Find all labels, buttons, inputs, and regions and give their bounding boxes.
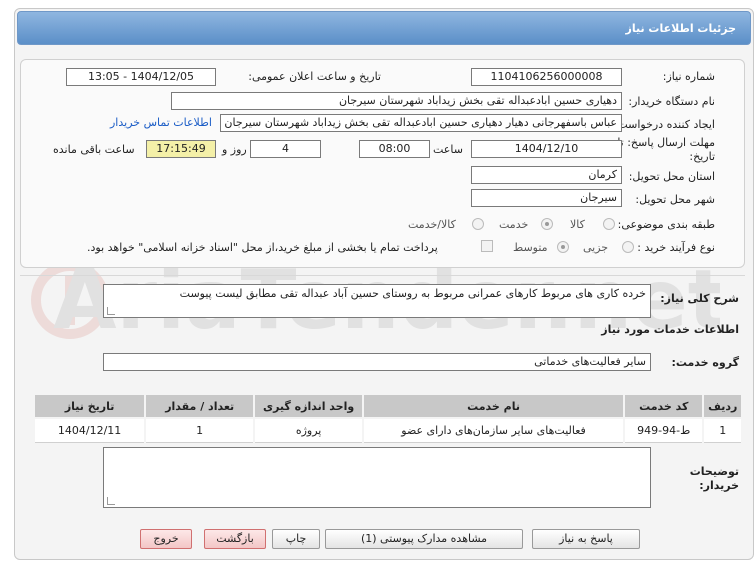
cell-name: فعالیت‌های سایر سازمان‌های دارای عضو	[362, 417, 626, 443]
buyer-contact-link[interactable]: اطلاعات تماس خریدار	[110, 116, 212, 129]
col-row-header: ردیف	[702, 393, 743, 419]
category-option-service-label: خدمت	[499, 218, 529, 231]
reply-button[interactable]: پاسخ به نیاز	[532, 529, 640, 549]
process-option-medium-label: متوسط	[513, 241, 548, 254]
service-group-field: سایر فعالیت‌های خدماتی	[103, 353, 651, 371]
days-label: روز و	[222, 143, 247, 156]
province-field: کرمان	[471, 166, 622, 184]
city-label: شهر محل تحویل:	[635, 193, 715, 206]
cell-unit: پروژه	[253, 417, 365, 443]
category-label: طبقه بندی موضوعی:	[617, 218, 715, 231]
need-number-field: 1104106256000008	[471, 68, 622, 86]
description-field: خرده کاری های مربوط کارهای عمرانی مربوط …	[103, 284, 651, 318]
table-header-row: ردیف کد خدمت نام خدمت واحد اندازه گیری ت…	[32, 393, 743, 419]
buyer-org-field: دهیاری حسین ابادعبداله تقی بخش زیداباد ش…	[171, 92, 622, 110]
announce-field: 1404/12/05 - 13:05	[66, 68, 216, 86]
attachments-button[interactable]: مشاهده مدارک پیوستی (1)	[325, 529, 523, 549]
table-row[interactable]: 1 ط-94-949 فعالیت‌های سایر سازمان‌های دا…	[32, 417, 743, 443]
category-option-goods-radio[interactable]	[603, 218, 615, 230]
category-option-both-radio[interactable]	[472, 218, 484, 230]
print-button[interactable]: چاپ	[272, 529, 320, 549]
back-button[interactable]: بازگشت	[204, 529, 266, 549]
deadline-time-field: 08:00	[359, 140, 430, 158]
cell-date: 1404/12/11	[32, 417, 147, 443]
need-number-label: شماره نیاز:	[662, 70, 715, 83]
treasury-payment-note: پرداخت تمام یا بخشی از مبلغ خرید،از محل …	[87, 241, 438, 254]
remaining-time-field: 17:15:49	[146, 140, 216, 158]
buyer-notes-label-1: توضیحات	[689, 465, 739, 478]
category-option-goods-label: کالا	[570, 218, 585, 231]
info-panel	[20, 59, 745, 268]
buyer-notes-label-2: خریدار:	[699, 479, 739, 492]
remaining-label: ساعت باقی مانده	[53, 143, 135, 156]
category-option-service-radio[interactable]	[541, 218, 553, 230]
col-name-header: نام خدمت	[362, 393, 626, 419]
description-label: شرح کلی نیاز:	[660, 292, 739, 305]
cell-code: ط-94-949	[623, 417, 705, 443]
cell-row: 1	[702, 417, 743, 443]
exit-button[interactable]: خروج	[140, 529, 192, 549]
province-label: استان محل تحویل:	[628, 170, 715, 183]
services-table: ردیف کد خدمت نام خدمت واحد اندازه گیری ت…	[32, 393, 743, 443]
process-option-minor-radio[interactable]	[622, 241, 634, 253]
process-option-medium-radio[interactable]	[557, 241, 569, 253]
service-group-label: گروه خدمت:	[671, 356, 739, 369]
requester-field: عباس باسفهرجانی دهیار دهیاری حسین ابادعب…	[220, 114, 622, 132]
treasury-payment-checkbox[interactable]	[481, 240, 493, 252]
page-title: جزئیات اطلاعات نیاز	[625, 22, 737, 35]
resize-grip-icon[interactable]	[107, 497, 115, 505]
deadline-date-field: 1404/12/10	[471, 140, 622, 158]
cell-qty: 1	[144, 417, 256, 443]
resize-grip-icon[interactable]	[107, 307, 115, 315]
title-bar: جزئیات اطلاعات نیاز	[17, 11, 751, 45]
divider	[20, 275, 745, 276]
deadline-label-1: مهلت ارسال پاسخ: تا	[617, 136, 715, 149]
process-option-minor-label: جزیی	[583, 241, 609, 254]
requester-label: ایجاد کننده درخواست:	[613, 118, 715, 131]
deadline-label-2: تاریخ:	[689, 150, 715, 163]
process-label: نوع فرآیند خرید :	[637, 241, 715, 254]
col-date-header: تاریخ نیاز	[32, 393, 147, 419]
col-unit-header: واحد اندازه گیری	[253, 393, 365, 419]
buyer-org-label: نام دستگاه خریدار:	[628, 95, 715, 108]
announce-label: تاریخ و ساعت اعلان عمومی:	[248, 70, 381, 83]
col-qty-header: تعداد / مقدار	[144, 393, 256, 419]
col-code-header: کد خدمت	[623, 393, 705, 419]
buyer-notes-field	[103, 447, 651, 508]
deadline-time-label: ساعت	[433, 143, 463, 156]
services-heading: اطلاعات خدمات مورد نیاز	[601, 323, 739, 336]
city-field: سیرجان	[471, 189, 622, 207]
description-text: خرده کاری های مربوط کارهای عمرانی مربوط …	[179, 287, 646, 300]
days-field: 4	[250, 140, 321, 158]
category-option-both-label: کالا/خدمت	[408, 218, 456, 231]
